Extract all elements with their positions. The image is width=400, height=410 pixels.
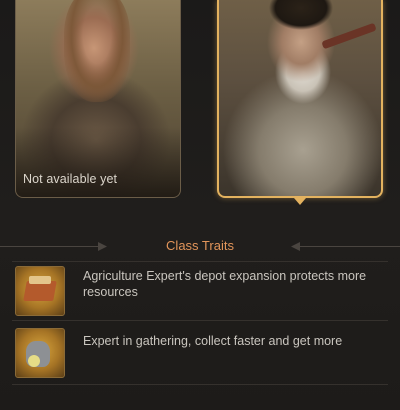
trait-description: Agriculture Expert's depot expansion pro… (83, 269, 367, 299)
depot-icon (15, 266, 65, 316)
class-card-farmer[interactable] (217, 0, 383, 198)
divider (12, 261, 388, 262)
class-traits-header: Class Traits (0, 233, 400, 259)
selected-indicator-icon (294, 198, 306, 205)
trait-row-depot: Agriculture Expert's depot expansion pro… (15, 266, 385, 318)
divider (12, 320, 388, 321)
gathering-icon (15, 328, 65, 378)
trait-row-gathering: Expert in gathering, collect faster and … (15, 328, 385, 380)
trait-description: Expert in gathering, collect faster and … (83, 334, 343, 348)
divider (12, 384, 388, 385)
class-card-warrior[interactable]: Not available yet (15, 0, 181, 198)
card-availability-label: Not available yet (23, 172, 118, 186)
header-divider-right (300, 246, 400, 247)
